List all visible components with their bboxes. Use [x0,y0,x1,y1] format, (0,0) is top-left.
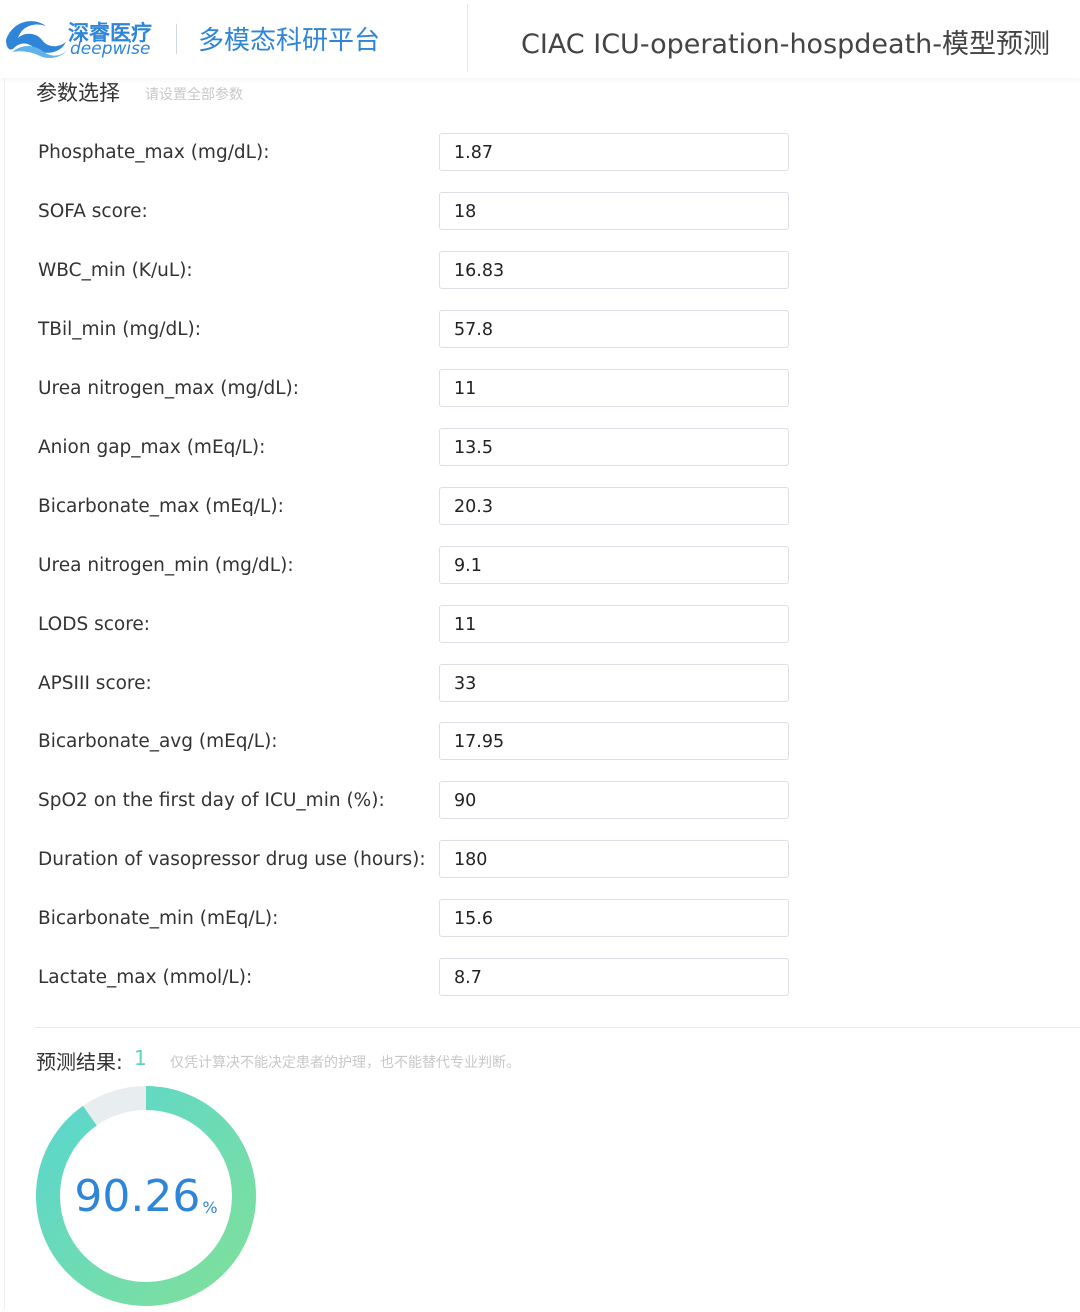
param-value: 13.5 [454,438,493,458]
param-label: APSIII score: [38,673,152,694]
param-row-bicarbonate-max: Bicarbonate_max (mEq/L): 20.3 [0,487,1080,527]
param-input-spo2-min[interactable]: 90 [439,781,789,819]
param-row-tbil-min: TBil_min (mg/dL): 57.8 [0,310,1080,350]
param-label: Anion gap_max (mEq/L): [38,437,266,458]
param-row-urea-nitrogen-min: Urea nitrogen_min (mg/dL): 9.1 [0,546,1080,586]
param-value: 33 [454,674,477,694]
param-label: Bicarbonate_max (mEq/L): [38,496,284,517]
param-input-tbil-min[interactable]: 57.8 [439,310,789,348]
param-value: 8.7 [454,968,482,988]
param-value: 15.6 [454,909,493,929]
param-input-sofa-score[interactable]: 18 [439,192,789,230]
section-title: 参数选择 [36,81,120,105]
param-value: 16.83 [454,261,505,281]
gauge-label: 90.26 % [34,1084,258,1308]
header-divider-small [176,24,177,54]
param-row-phosphate-max: Phosphate_max (mg/dL): 1.87 [0,133,1080,173]
top-header: 深睿医疗 deepwise 多模态科研平台 CIAC ICU-operation… [0,0,1080,78]
param-row-lods-score: LODS score: 11 [0,605,1080,645]
probability-gauge: 90.26 % [34,1084,258,1308]
param-row-urea-nitrogen-max: Urea nitrogen_max (mg/dL): 11 [0,369,1080,409]
param-input-anion-gap-max[interactable]: 13.5 [439,428,789,466]
param-value: 11 [454,615,477,635]
param-row-vasopressor-duration: Duration of vasopressor drug use (hours)… [0,840,1080,880]
param-row-wbc-min: WBC_min (K/uL): 16.83 [0,251,1080,291]
param-input-urea-nitrogen-max[interactable]: 11 [439,369,789,407]
param-row-lactate-max: Lactate_max (mmol/L): 8.7 [0,958,1080,998]
param-input-bicarbonate-max[interactable]: 20.3 [439,487,789,525]
param-value: 18 [454,202,477,222]
param-input-phosphate-max[interactable]: 1.87 [439,133,789,171]
gauge-percent-value: 90.26 [74,1170,201,1222]
param-input-bicarbonate-min[interactable]: 15.6 [439,899,789,937]
param-row-spo2-min: SpO2 on the first day of ICU_min (%): 90 [0,781,1080,821]
param-label: Lactate_max (mmol/L): [38,967,253,988]
param-label: Urea nitrogen_max (mg/dL): [38,378,299,399]
param-row-bicarbonate-avg: Bicarbonate_avg (mEq/L): 17.95 [0,722,1080,762]
param-row-sofa-score: SOFA score: 18 [0,192,1080,232]
param-input-apsiii-score[interactable]: 33 [439,664,789,702]
param-input-wbc-min[interactable]: 16.83 [439,251,789,289]
param-row-anion-gap-max: Anion gap_max (mEq/L): 13.5 [0,428,1080,468]
param-input-urea-nitrogen-min[interactable]: 9.1 [439,546,789,584]
param-label: Bicarbonate_min (mEq/L): [38,908,279,929]
logo-wave-icon [6,21,67,58]
result-value: 1 [134,1046,147,1070]
param-input-lods-score[interactable]: 11 [439,605,789,643]
param-label: Phosphate_max (mg/dL): [38,142,270,163]
param-value: 20.3 [454,497,493,517]
param-label: WBC_min (K/uL): [38,260,193,281]
logo-english-text: deepwise [70,39,151,59]
param-input-bicarbonate-avg[interactable]: 17.95 [439,722,789,760]
param-label: LODS score: [38,614,151,635]
param-row-bicarbonate-min: Bicarbonate_min (mEq/L): 15.6 [0,899,1080,939]
gauge-percent-symbol: % [202,1197,218,1217]
result-label: 预测结果: [36,1050,123,1074]
param-label: SpO2 on the first day of ICU_min (%): [38,790,385,811]
header-divider [467,4,468,72]
param-label: Duration of vasopressor drug use (hours)… [38,849,426,870]
param-label: Urea nitrogen_min (mg/dL): [38,555,294,576]
param-label: Bicarbonate_avg (mEq/L): [38,731,278,752]
platform-title[interactable]: 多模态科研平台 [198,20,380,57]
param-label: TBil_min (mg/dL): [38,319,202,340]
param-value: 17.95 [454,732,505,752]
param-value: 57.8 [454,320,493,340]
param-value: 11 [454,379,477,399]
section-divider [34,1027,1080,1028]
param-value: 90 [454,791,477,811]
section-hint: 请设置全部参数 [145,87,243,103]
param-label: SOFA score: [38,201,148,222]
param-value: 1.87 [454,143,493,163]
param-value: 9.1 [454,556,482,576]
result-disclaimer: 仅凭计算决不能决定患者的护理，也不能替代专业判断。 [170,1055,520,1071]
brand-logo[interactable]: 深睿医疗 deepwise [4,10,164,66]
param-row-apsiii-score: APSIII score: 33 [0,664,1080,704]
param-input-lactate-max[interactable]: 8.7 [439,958,789,996]
param-value: 180 [454,850,488,870]
page-title: CIAC ICU-operation-hospdeath-模型预测 [521,29,1051,60]
param-input-vasopressor-duration[interactable]: 180 [439,840,789,878]
